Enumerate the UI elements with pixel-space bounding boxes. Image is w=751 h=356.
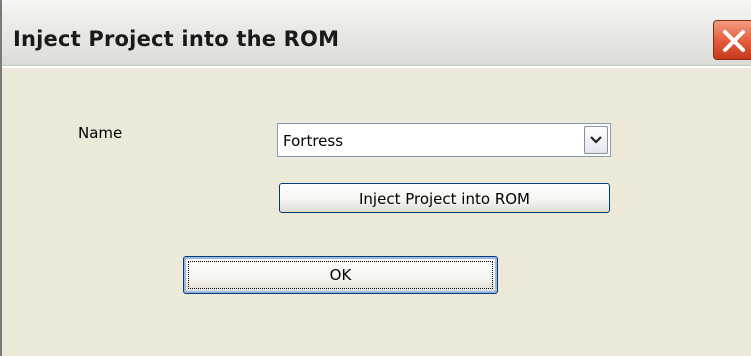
titlebar-divider [2, 66, 751, 68]
inject-project-button[interactable]: Inject Project into ROM [279, 183, 610, 213]
close-button[interactable] [713, 20, 751, 60]
dropdown-arrow-button[interactable] [584, 126, 608, 154]
chevron-down-icon [590, 136, 602, 144]
name-select-value: Fortress [283, 132, 344, 150]
dialog-window: Inject Project into the ROM Name Fortres… [0, 0, 751, 356]
name-select[interactable]: Fortress [277, 123, 611, 157]
window-title: Inject Project into the ROM [13, 27, 340, 51]
close-icon [723, 30, 745, 52]
name-label: Name [78, 124, 123, 142]
ok-button[interactable]: OK [183, 256, 498, 294]
title-bar: Inject Project into the ROM [2, 0, 751, 66]
focus-rectangle [188, 261, 493, 289]
